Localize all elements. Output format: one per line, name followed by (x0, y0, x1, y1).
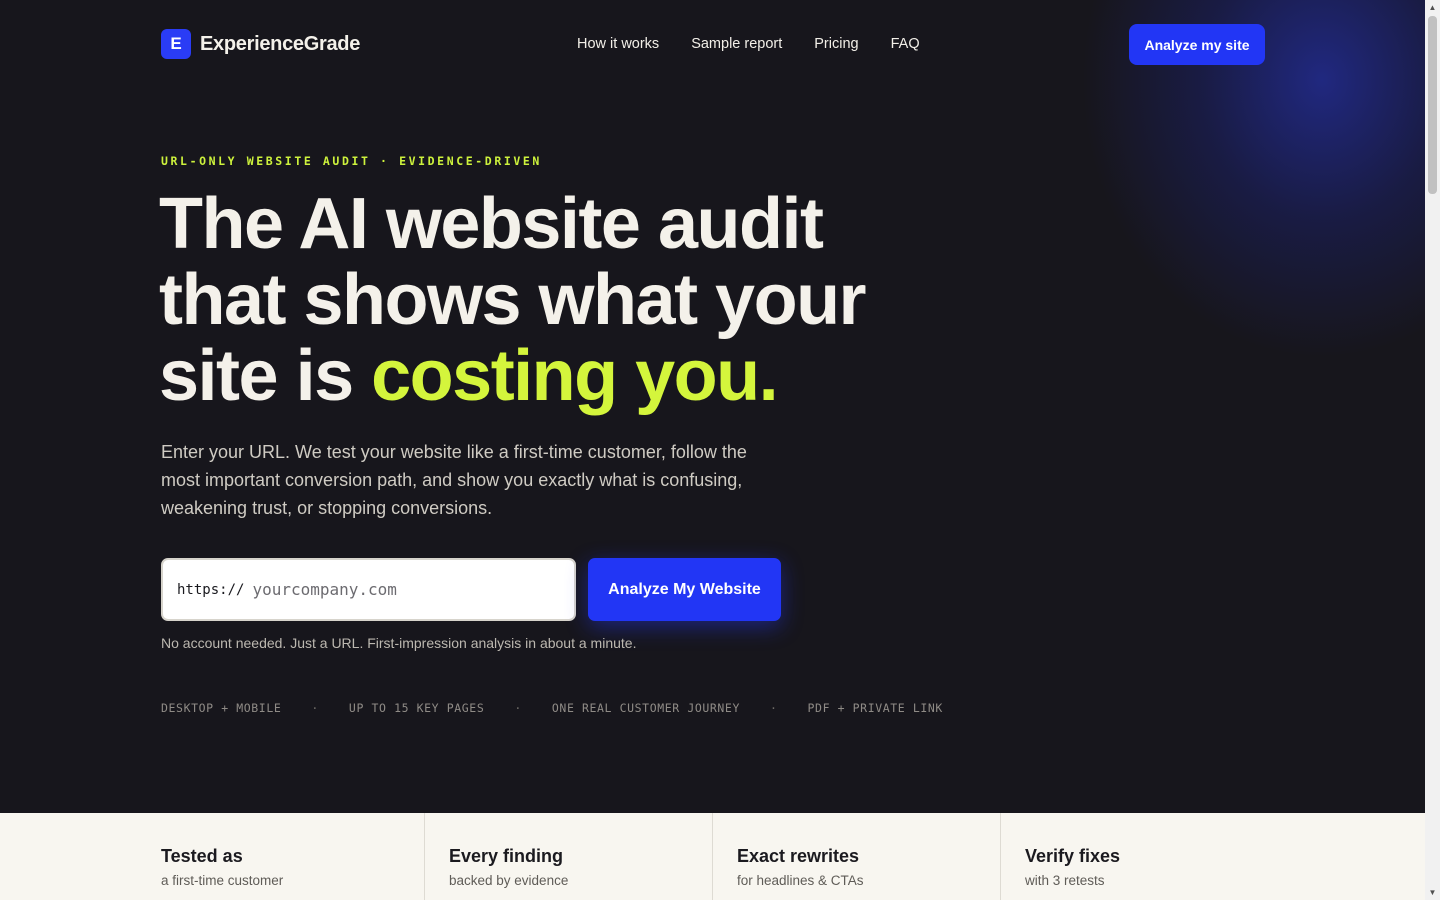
hero-description: Enter your URL. We test your website lik… (161, 442, 747, 518)
headline-line-2: that shows what your (159, 260, 867, 340)
scroll-down-arrow-icon[interactable]: ▼ (1425, 885, 1440, 900)
feature-item: UP TO 15 KEY PAGES (348, 701, 485, 715)
top-nav: E ExperienceGrade How it works Sample re… (161, 24, 1265, 65)
nav-link-faq[interactable]: FAQ (891, 36, 920, 52)
brand-name: ExperienceGrade (200, 32, 361, 55)
feature-item: PDF + PRIVATE LINK (807, 701, 943, 715)
hero-eyebrow: URL-ONLY WEBSITE AUDIT · EVIDENCE-DRIVEN (161, 154, 542, 168)
brand-logo[interactable]: E ExperienceGrade (161, 29, 360, 59)
analyze-website-button[interactable]: Analyze My Website (588, 558, 781, 621)
headline-line-3: site is (159, 336, 372, 416)
feature-list: DESKTOP + MOBILE · UP TO 15 KEY PAGES · … (161, 701, 943, 715)
value-strip: Tested as a first-time customer Every fi… (0, 813, 1425, 900)
value-title: Exact rewrites (737, 846, 860, 866)
value-title: Tested as (161, 846, 243, 866)
headline-accent: costing you. (371, 336, 779, 416)
feature-separator: · (311, 701, 319, 715)
hero-headline: The AI website audit that shows what you… (159, 186, 959, 414)
value-cell-verify: Verify fixes with 3 retests (1001, 813, 1425, 900)
scroll-thumb[interactable] (1428, 16, 1437, 194)
form-note: No account needed. Just a URL. First-imp… (161, 635, 637, 651)
page-scrollbar[interactable]: ▲ ▼ (1425, 0, 1440, 900)
nav-link-sample-report[interactable]: Sample report (691, 36, 782, 52)
value-title: Verify fixes (1025, 846, 1121, 866)
value-subtitle: a first-time customer (161, 873, 284, 888)
nav-analyze-button[interactable]: Analyze my site (1129, 24, 1265, 65)
value-title: Every finding (449, 846, 564, 866)
url-input[interactable] (252, 580, 553, 599)
headline-line-1: The AI website audit (159, 184, 824, 264)
value-subtitle: for headlines & CTAs (737, 873, 864, 888)
value-subtitle: backed by evidence (449, 873, 569, 888)
value-cell-rewrites: Exact rewrites for headlines & CTAs (713, 813, 1001, 900)
url-field[interactable]: https:// (161, 558, 576, 621)
url-form: https:// Analyze My Website (161, 558, 781, 621)
value-cell-evidence: Every finding backed by evidence (425, 813, 713, 900)
nav-link-how-it-works[interactable]: How it works (577, 36, 659, 52)
page: E ExperienceGrade How it works Sample re… (0, 0, 1425, 900)
nav-links: How it works Sample report Pricing FAQ (577, 36, 920, 52)
feature-separator: · (514, 701, 522, 715)
feature-item: ONE REAL CUSTOMER JOURNEY (551, 701, 740, 715)
value-subtitle: with 3 retests (1025, 873, 1105, 888)
scroll-up-arrow-icon[interactable]: ▲ (1425, 0, 1440, 15)
value-cell-tested: Tested as a first-time customer (0, 813, 425, 900)
nav-link-pricing[interactable]: Pricing (814, 36, 858, 52)
feature-separator: · (769, 701, 778, 715)
feature-item: DESKTOP + MOBILE (161, 701, 282, 715)
brand-mark-icon: E (161, 29, 191, 59)
url-prefix: https:// (177, 581, 245, 598)
